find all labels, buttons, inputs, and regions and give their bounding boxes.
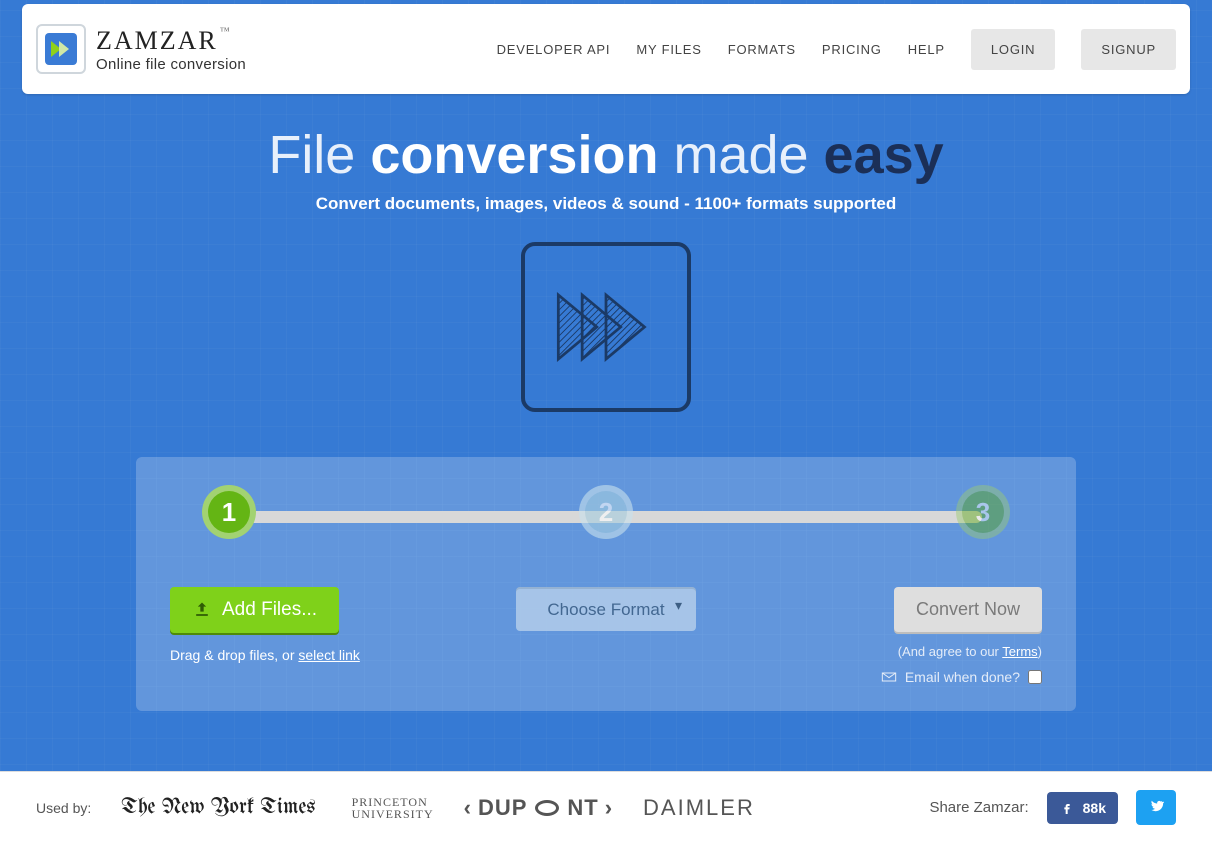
signup-button[interactable]: SIGNUP: [1081, 29, 1176, 70]
nav-formats[interactable]: FORMATS: [728, 42, 796, 57]
tagline: Online file conversion: [96, 56, 246, 73]
footer-strip: Used by: The New York Times PRINCETON UN…: [0, 771, 1212, 843]
top-nav: ZAMZAR™ Online file conversion DEVELOPER…: [22, 4, 1190, 94]
select-link[interactable]: select link: [298, 647, 359, 663]
envelope-icon: [881, 671, 897, 683]
nav-my-files[interactable]: MY FILES: [636, 42, 701, 57]
email-when-done[interactable]: Email when done?: [881, 669, 1042, 685]
step-2-badge: 2: [579, 485, 633, 539]
hero-title-mid: made: [658, 125, 823, 185]
format-select-wrap: Choose Format: [516, 587, 696, 631]
agree-prefix: (And agree to our: [898, 644, 1003, 659]
nav-pricing[interactable]: PRICING: [822, 42, 882, 57]
drag-prefix: Drag & drop files, or: [170, 647, 298, 663]
hero-subtitle: Convert documents, images, videos & soun…: [0, 194, 1212, 214]
hero-arrows-icon: [521, 242, 691, 412]
add-files-button[interactable]: Add Files...: [170, 587, 339, 633]
hero-title-easy: easy: [824, 125, 944, 185]
terms-link[interactable]: Terms: [1002, 644, 1037, 659]
logo-text: ZAMZAR™ Online file conversion: [96, 26, 246, 73]
nav-developer-api[interactable]: DEVELOPER API: [497, 42, 611, 57]
nav-help[interactable]: HELP: [908, 42, 945, 57]
hero-title: File conversion made easy: [0, 124, 1212, 186]
princeton-bottom: UNIVERSITY: [352, 807, 434, 821]
convert-now-button[interactable]: Convert Now: [894, 587, 1042, 632]
step-3-badge: 3: [956, 485, 1010, 539]
logo[interactable]: ZAMZAR™ Online file conversion: [36, 24, 246, 74]
brand-trademark: ™: [220, 26, 232, 37]
brand-name: ZAMZAR: [96, 26, 218, 55]
hero-title-conversion: conversion: [370, 125, 658, 185]
conversion-panel: 1 2 3 Add Files... Drag & drop files, or…: [136, 457, 1076, 711]
step-1-badge: 1: [202, 485, 256, 539]
drag-drop-helper: Drag & drop files, or select link: [170, 647, 360, 663]
email-label: Email when done?: [905, 669, 1020, 685]
nav-right: DEVELOPER API MY FILES FORMATS PRICING H…: [497, 29, 1176, 70]
agree-suffix: ): [1038, 644, 1042, 659]
step-progress: 1 2 3: [190, 485, 1022, 539]
hero: File conversion made easy Convert docume…: [0, 124, 1212, 412]
login-button[interactable]: LOGIN: [971, 29, 1055, 70]
upload-icon: [192, 600, 212, 620]
hero-title-pre: File: [268, 125, 370, 185]
email-checkbox[interactable]: [1028, 670, 1042, 684]
choose-format-select[interactable]: Choose Format: [516, 587, 696, 631]
twitter-icon: [1148, 798, 1164, 814]
logo-icon: [36, 24, 86, 74]
add-files-label: Add Files...: [222, 599, 317, 621]
agree-terms: (And agree to our Terms): [898, 644, 1042, 659]
